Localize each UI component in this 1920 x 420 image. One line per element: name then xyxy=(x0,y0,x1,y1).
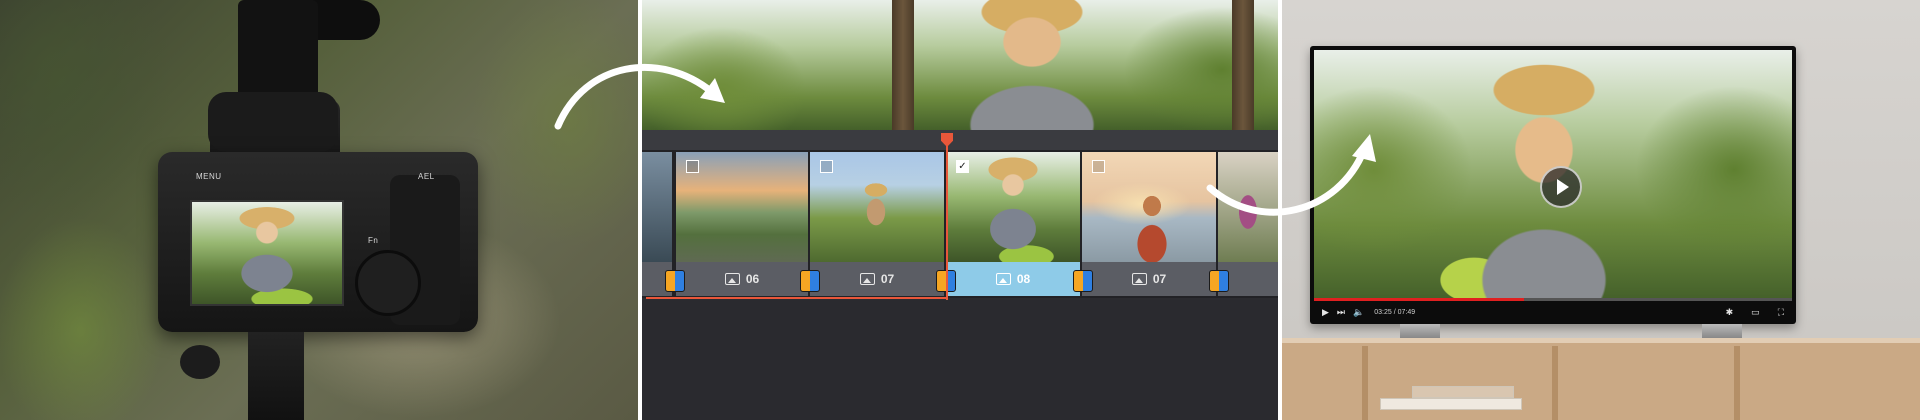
clip-06-landscape[interactable]: 06 xyxy=(676,152,808,296)
transition-marker[interactable] xyxy=(1209,270,1229,292)
progress-bar[interactable] xyxy=(1314,298,1792,301)
player-controls: ▶ ⏭ 🔈 03:25 / 07:49 ✱ ▭ ⛶ xyxy=(1314,303,1792,321)
image-icon xyxy=(859,273,875,285)
tv-foot xyxy=(1702,324,1742,338)
book xyxy=(1412,386,1514,398)
tv-stand xyxy=(1282,338,1920,420)
camera-dial xyxy=(355,250,421,316)
camera-scene: MENU AEL Fn xyxy=(0,0,638,420)
clip-label: 07 xyxy=(1152,272,1167,286)
progress-fill xyxy=(1314,298,1525,301)
video-editor: 06 07 ✓ 08 07 xyxy=(642,0,1278,420)
tripod xyxy=(248,332,304,420)
empty-track-area xyxy=(642,300,1278,420)
camera-ael-label: AEL xyxy=(418,172,435,181)
clip-label: 07 xyxy=(880,272,895,286)
clip-checkbox[interactable] xyxy=(1092,160,1105,173)
image-icon xyxy=(995,273,1011,285)
clip-footer: 08 xyxy=(946,262,1080,296)
tv-scene: ▶ ⏭ 🔈 03:25 / 07:49 ✱ ▭ ⛶ xyxy=(1282,0,1920,420)
theater-icon[interactable]: ▭ xyxy=(1751,307,1760,318)
tv-foot xyxy=(1400,324,1440,338)
clip-07-beach[interactable]: 07 xyxy=(1082,152,1216,296)
tv-screen xyxy=(1314,50,1792,300)
time-display: 03:25 / 07:49 xyxy=(1374,308,1416,316)
clip-07-garden[interactable]: 07 xyxy=(810,152,944,296)
tripod-knob xyxy=(180,345,220,379)
timeline-ruler[interactable] xyxy=(642,130,1278,150)
shelf-divider xyxy=(1362,346,1368,420)
clip-footer: 06 xyxy=(676,262,808,296)
clip-label: 08 xyxy=(1016,272,1031,286)
image-icon xyxy=(724,273,740,285)
shelf-divider xyxy=(1552,346,1558,420)
book xyxy=(1380,398,1522,410)
tree-trunk xyxy=(892,0,914,130)
play-icon[interactable]: ▶ xyxy=(1322,307,1329,318)
clip-footer: 07 xyxy=(810,262,944,296)
shelf-divider xyxy=(1734,346,1740,420)
camera-fn-label: Fn xyxy=(368,236,379,245)
clip-label: 06 xyxy=(745,272,760,286)
camera-eyecup xyxy=(208,92,338,152)
clip-checkbox[interactable] xyxy=(686,160,699,173)
clip-thumbnail xyxy=(1218,152,1278,262)
camera-hotshoe xyxy=(238,0,318,100)
fullscreen-icon[interactable]: ⛶ xyxy=(1778,307,1784,318)
clip-08-selected[interactable]: ✓ 08 xyxy=(946,152,1080,296)
selection-range xyxy=(646,297,946,299)
tree-trunk xyxy=(1232,0,1254,130)
camera-menu-label: MENU xyxy=(196,172,222,181)
transition-marker[interactable] xyxy=(1073,270,1093,292)
play-icon[interactable] xyxy=(1540,166,1582,208)
clip-footer: 07 xyxy=(1082,262,1216,296)
clip-thumbnail xyxy=(642,152,672,262)
transition-marker[interactable] xyxy=(800,270,820,292)
television: ▶ ⏭ 🔈 03:25 / 07:49 ✱ ▭ ⛶ xyxy=(1310,46,1796,324)
playhead-line xyxy=(946,146,948,300)
camera-screen xyxy=(190,200,344,306)
preview-window xyxy=(642,0,1278,130)
clip-checkbox[interactable] xyxy=(820,160,833,173)
settings-icon[interactable]: ✱ xyxy=(1726,307,1734,318)
volume-icon[interactable]: 🔈 xyxy=(1353,307,1364,318)
clip-checkbox-checked[interactable]: ✓ xyxy=(956,160,969,173)
next-icon[interactable]: ⏭ xyxy=(1337,307,1345,318)
transition-marker[interactable] xyxy=(665,270,685,292)
image-icon xyxy=(1131,273,1147,285)
